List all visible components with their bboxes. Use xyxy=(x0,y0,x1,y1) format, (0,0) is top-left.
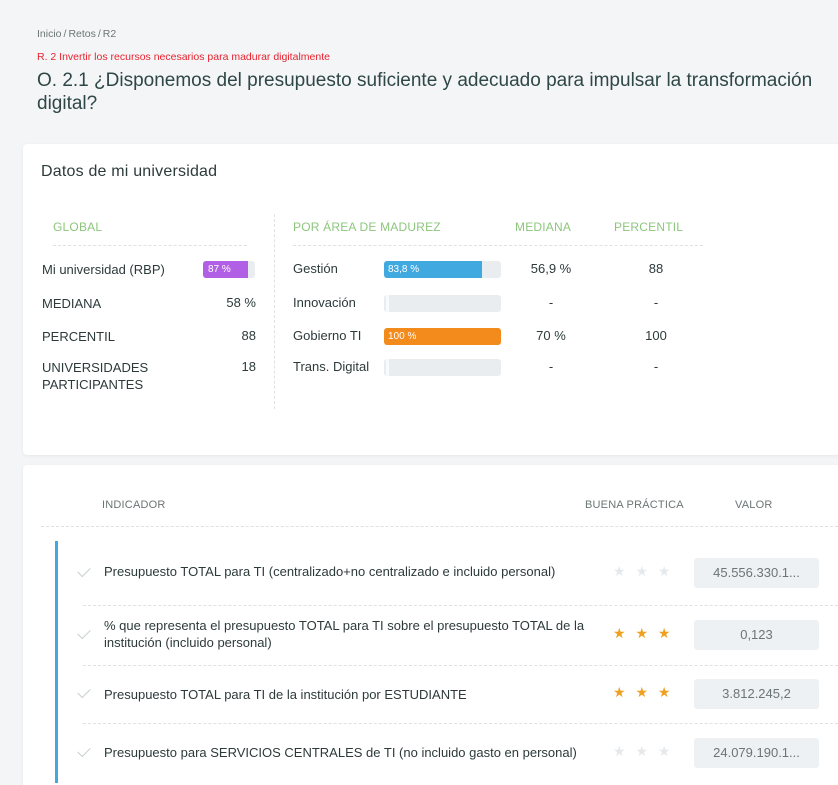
reto-subtitle: R. 2 Invertir los recursos necesarios pa… xyxy=(37,51,330,63)
global-participantes-label: UNIVERSIDADES PARTICIPANTES xyxy=(42,360,149,392)
star-rating-icon: ★ ★ ★ xyxy=(613,563,674,579)
area-bar-fill: 100 % xyxy=(384,328,501,345)
area-bar-fill: 83,8 % xyxy=(384,261,483,278)
area-bar xyxy=(384,359,501,376)
university-data-card: Datos de mi universidad GLOBAL POR ÁREA … xyxy=(23,144,838,455)
page-title: O. 2.1 ¿Disponemos del presupuesto sufic… xyxy=(37,70,813,114)
indicator-text: Presupuesto TOTAL para TI (centralizado+… xyxy=(104,564,556,579)
indicator-row[interactable]: Presupuesto TOTAL para TI (centralizado+… xyxy=(55,541,838,605)
indicator-row[interactable]: % que representa el presupuesto TOTAL pa… xyxy=(55,605,838,665)
global-percentil-label: PERCENTIL xyxy=(42,329,115,344)
valor-header: VALOR xyxy=(735,499,773,511)
indicator-value-field[interactable]: 0,123 xyxy=(694,620,819,650)
global-university-label: Mi universidad (RBP) xyxy=(42,262,165,277)
indicator-value-field[interactable]: 45.556.330.1... xyxy=(694,558,819,588)
area-percentil: - xyxy=(653,295,659,310)
area-header: POR ÁREA DE MADUREZ xyxy=(293,220,441,234)
card-title: Datos de mi universidad xyxy=(41,163,218,180)
global-percentil-value: 88 xyxy=(241,328,256,343)
global-university-bar: 87 % xyxy=(203,261,255,278)
area-mediana: - xyxy=(548,295,554,310)
percentil-header: PERCENTIL xyxy=(614,220,684,234)
breadcrumb-separator: / xyxy=(63,28,67,40)
buena-practica-header: BUENA PRÁCTICA xyxy=(585,499,684,511)
global-header: GLOBAL xyxy=(53,220,103,234)
star-rating-icon: ★ ★ ★ xyxy=(613,743,674,759)
area-mediana: 70 % xyxy=(536,328,566,343)
column-divider xyxy=(274,214,275,409)
check-icon xyxy=(77,625,91,640)
global-participantes-value: 18 xyxy=(241,359,256,374)
area-bar: 83,8 % xyxy=(384,261,501,278)
area-label: Gobierno TI xyxy=(293,328,362,343)
breadcrumb: Inicio / Retos / R2 xyxy=(37,28,116,40)
area-label: Innovación xyxy=(293,295,356,310)
indicator-text: % que representa el presupuesto TOTAL pa… xyxy=(104,618,585,650)
check-icon xyxy=(77,684,91,699)
indicator-value-field[interactable]: 3.812.245,2 xyxy=(694,679,819,709)
indicators-card: INDICADOR BUENA PRÁCTICA VALOR Presupues… xyxy=(23,465,838,785)
breadcrumb-separator: / xyxy=(97,28,101,40)
area-bar-empty-marker xyxy=(386,359,389,376)
breadcrumb-current: R2 xyxy=(102,28,117,40)
mediana-header: MEDIANA xyxy=(515,220,572,234)
area-percentil: - xyxy=(653,359,659,374)
indicator-text: Presupuesto para SERVICIOS CENTRALES de … xyxy=(104,745,577,760)
area-label: Trans. Digital xyxy=(293,359,370,374)
indicador-header: INDICADOR xyxy=(102,499,166,511)
indicator-row[interactable]: Presupuesto para SERVICIOS CENTRALES de … xyxy=(55,723,838,783)
area-percentil: 100 xyxy=(645,328,667,343)
global-mediana-value: 58 % xyxy=(226,295,256,310)
area-bar-empty-marker xyxy=(386,295,389,312)
area-bar xyxy=(384,295,501,312)
area-mediana: - xyxy=(548,359,554,374)
global-mediana-label: MEDIANA xyxy=(42,296,102,311)
indicator-text: Presupuesto TOTAL para TI de la instituc… xyxy=(104,687,467,702)
check-icon xyxy=(77,743,91,758)
indicator-value-field[interactable]: 24.079.190.1... xyxy=(694,738,819,768)
star-rating-icon: ★ ★ ★ xyxy=(613,684,674,700)
area-mediana: 56,9 % xyxy=(530,261,572,276)
area-label: Gestión xyxy=(293,261,338,276)
area-percentil: 88 xyxy=(648,261,664,276)
breadcrumb-retos[interactable]: Retos xyxy=(68,28,95,40)
global-university-bar-fill: 87 % xyxy=(203,261,249,278)
area-bar: 100 % xyxy=(384,328,501,345)
check-icon xyxy=(77,563,91,578)
breadcrumb-inicio[interactable]: Inicio xyxy=(37,28,62,40)
divider xyxy=(41,526,838,527)
divider xyxy=(53,245,247,246)
indicator-row[interactable]: Presupuesto TOTAL para TI de la instituc… xyxy=(55,665,838,723)
divider xyxy=(293,245,703,246)
star-rating-icon: ★ ★ ★ xyxy=(613,625,674,641)
